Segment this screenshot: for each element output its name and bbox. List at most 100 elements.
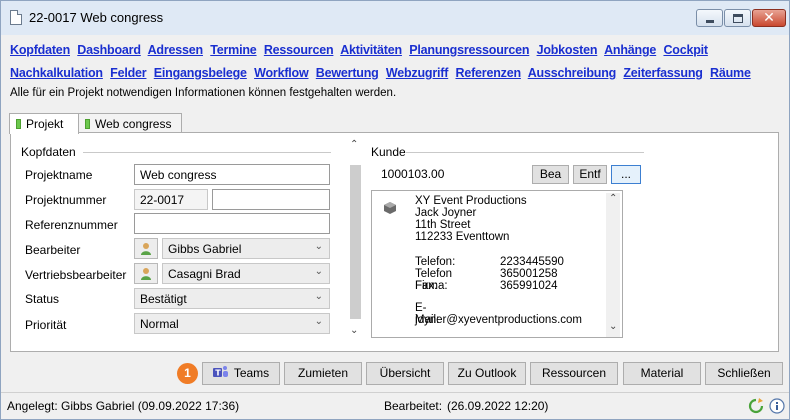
- contact-key: Fax:: [415, 280, 438, 292]
- nav-link-termine[interactable]: Termine: [210, 43, 257, 57]
- document-icon: [10, 10, 22, 25]
- projektnummer-label: Projektnummer: [25, 193, 107, 207]
- nav-link-zeiterfassung[interactable]: Zeiterfassung: [623, 66, 703, 80]
- address-content: XY Event Productions Jack Joyner 11th St…: [375, 194, 607, 335]
- schliessen-button[interactable]: Schließen: [705, 362, 783, 385]
- material-button[interactable]: Material: [623, 362, 701, 385]
- project-window: 22-0017 Web congress ✕ Kopfdaten Dashboa…: [0, 0, 790, 420]
- zu-outlook-button[interactable]: Zu Outlook: [448, 362, 526, 385]
- minimize-icon: [706, 20, 714, 23]
- scroll-up-icon[interactable]: ⌃: [350, 139, 358, 150]
- ressourcen-button[interactable]: Ressourcen: [530, 362, 618, 385]
- bea-button[interactable]: Bea: [532, 165, 569, 184]
- close-button[interactable]: ✕: [752, 9, 786, 27]
- prioritaet-label: Priorität: [25, 318, 67, 332]
- kunde-group-title: Kunde: [371, 145, 406, 159]
- nav-link-planungsressourcen[interactable]: Planungsressourcen: [409, 43, 529, 57]
- chevron-down-icon: ⌄: [314, 241, 323, 252]
- nav-link-felder[interactable]: Felder: [110, 66, 147, 80]
- nav-link-eingangsbelege[interactable]: Eingangsbelege: [154, 66, 247, 80]
- more-button[interactable]: ...: [611, 165, 641, 184]
- status-dot-icon: [85, 119, 90, 129]
- nav-link-kopfdaten[interactable]: Kopfdaten: [10, 43, 70, 57]
- nav-link-webzugriff[interactable]: Webzugriff: [386, 66, 449, 80]
- title-bar: 22-0017 Web congress ✕: [1, 1, 789, 35]
- nav-link-adressen[interactable]: Adressen: [148, 43, 204, 57]
- chevron-down-icon: ⌄: [314, 266, 323, 277]
- teams-icon: T: [212, 366, 228, 378]
- vertrieb-value: Casagni Brad: [168, 267, 241, 281]
- nav-link-workflow[interactable]: Workflow: [254, 66, 309, 80]
- email-value[interactable]: joyner@xyeventproductions.com: [415, 314, 582, 326]
- vertrieb-select[interactable]: Casagni Brad ⌄: [162, 263, 330, 284]
- customer-address-box: XY Event Productions Jack Joyner 11th St…: [371, 190, 623, 338]
- refresh-icon[interactable]: [748, 398, 764, 414]
- maximize-icon: [733, 14, 743, 23]
- nav-link-ressourcen[interactable]: Ressourcen: [264, 43, 334, 57]
- projektname-field[interactable]: Web congress: [134, 164, 330, 185]
- nav-link-ausschreibung[interactable]: Ausschreibung: [528, 66, 617, 80]
- projektnummer-extra-field[interactable]: [212, 189, 330, 210]
- nav-links-row-1: Kopfdaten Dashboard Adressen Termine Res…: [10, 43, 712, 57]
- referenznummer-field[interactable]: [134, 213, 330, 234]
- bearbeiter-person-button[interactable]: [134, 238, 158, 259]
- projektnummer-field: 22-0017: [134, 189, 208, 210]
- contact-value: 2233445590: [500, 256, 564, 268]
- referenznummer-label: Referenznummer: [25, 218, 118, 232]
- tab-projekt[interactable]: Projekt: [9, 113, 79, 134]
- nav-link-nachkalkulation[interactable]: Nachkalkulation: [10, 66, 103, 80]
- nav-link-dashboard[interactable]: Dashboard: [77, 43, 141, 57]
- vertriebsbearbeiter-label: Vertriebsbearbeiter: [25, 268, 127, 282]
- status-label: Status: [25, 292, 60, 306]
- scroll-thumb[interactable]: [350, 165, 361, 319]
- nav-link-referenzen[interactable]: Referenzen: [456, 66, 522, 80]
- nav-link-cockpit[interactable]: Cockpit: [663, 43, 708, 57]
- tab-web-congress[interactable]: Web congress: [78, 113, 182, 133]
- nav-link-jobkosten[interactable]: Jobkosten: [537, 43, 598, 57]
- entf-button[interactable]: Entf: [573, 165, 607, 184]
- edited-label: Bearbeitet:: [384, 399, 443, 413]
- zumieten-button[interactable]: Zumieten: [284, 362, 362, 385]
- nav-link-raeume[interactable]: Räume: [710, 66, 751, 80]
- address-company: XY Event Productions: [415, 195, 527, 207]
- step-badge: 1: [177, 363, 198, 384]
- bearbeiter-label: Bearbeiter: [25, 243, 81, 257]
- scroll-up-icon[interactable]: ⌃: [609, 193, 617, 204]
- panel-scrollbar[interactable]: ⌃ ⌄: [347, 139, 363, 339]
- chevron-down-icon: ⌄: [314, 291, 323, 302]
- status-bar: Angelegt: Gibbs Gabriel (09.09.2022 17:3…: [1, 392, 789, 419]
- kopfdaten-group-title: Kopfdaten: [21, 145, 76, 159]
- prioritaet-select[interactable]: Normal ⌄: [134, 313, 330, 334]
- bottom-toolbar: 1 T Teams Zumieten Übersicht Zu Outlook R…: [1, 358, 789, 388]
- address-city: 112233 Eventtown: [415, 231, 510, 243]
- created-info: Angelegt: Gibbs Gabriel (09.09.2022 17:3…: [7, 399, 240, 413]
- address-contact: Jack Joyner: [415, 207, 477, 219]
- chevron-down-icon: ⌄: [314, 316, 323, 327]
- tab-label: Web congress: [95, 117, 172, 131]
- prioritaet-value: Normal: [140, 317, 179, 331]
- address-scrollbar[interactable]: ⌃ ⌄: [606, 193, 620, 337]
- status-select[interactable]: Bestätigt ⌄: [134, 288, 330, 309]
- person-icon: [141, 268, 151, 280]
- nav-link-anhaenge[interactable]: Anhänge: [604, 43, 656, 57]
- projektname-label: Projektname: [25, 168, 93, 182]
- scroll-down-icon[interactable]: ⌄: [350, 325, 358, 336]
- info-icon[interactable]: [769, 398, 785, 414]
- page-hint: Alle für ein Projekt notwendigen Informa…: [10, 87, 397, 99]
- tab-label: Projekt: [26, 117, 64, 131]
- minimize-button[interactable]: [696, 9, 723, 27]
- nav-link-aktivitaeten[interactable]: Aktivitäten: [340, 43, 402, 57]
- vertrieb-person-button[interactable]: [134, 263, 158, 284]
- window-title: 22-0017 Web congress: [29, 10, 164, 25]
- uebersicht-button[interactable]: Übersicht: [366, 362, 444, 385]
- bearbeiter-value: Gibbs Gabriel: [168, 242, 242, 256]
- bearbeiter-select[interactable]: Gibbs Gabriel ⌄: [162, 238, 330, 259]
- teams-button[interactable]: T Teams: [202, 362, 280, 385]
- contact-value: 365001258: [500, 268, 558, 280]
- contact-card-icon: [384, 202, 396, 214]
- scroll-down-icon[interactable]: ⌄: [609, 321, 617, 332]
- maximize-button[interactable]: [724, 9, 751, 27]
- contact-key: Telefon:: [415, 256, 456, 268]
- nav-link-bewertung[interactable]: Bewertung: [316, 66, 379, 80]
- group-divider: [83, 152, 331, 153]
